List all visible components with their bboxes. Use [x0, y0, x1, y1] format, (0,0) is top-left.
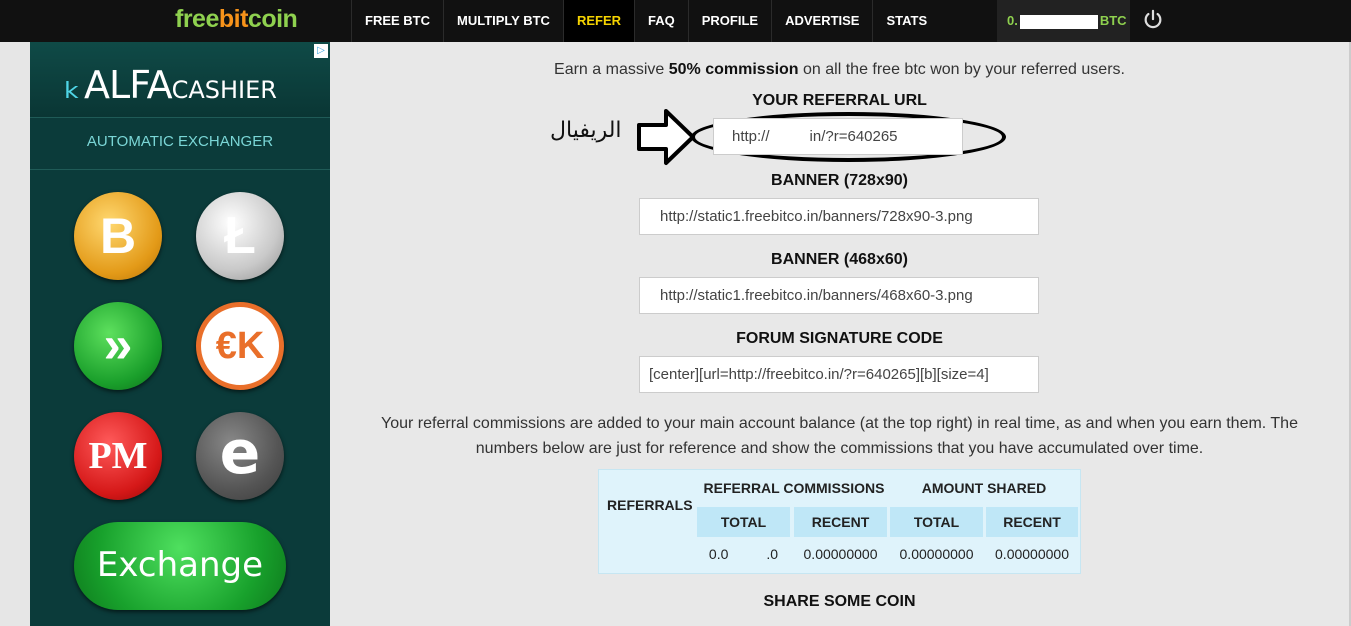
value-shared-recent: 0.00000000	[995, 546, 1069, 562]
ad-brand-main: ALFA	[84, 63, 173, 107]
btc-balance[interactable]: 0. BTC	[997, 0, 1130, 42]
alfacashier-ad[interactable]: ₖ ALFACASHIER ▷ AUTOMATIC EXCHANGER B Ł »…	[30, 42, 330, 626]
col-amount-shared: AMOUNT SHARED	[921, 480, 1047, 496]
alfacashier-k-icon: ₖ	[64, 62, 81, 108]
nav-advertise[interactable]: ADVERTISE	[771, 0, 872, 42]
sub-commission-total: TOTAL	[697, 507, 790, 537]
nav-refer[interactable]: REFER	[562, 0, 634, 42]
share-some-coin-heading: SHARE SOME COIN	[763, 593, 916, 610]
intro-commission-highlight: 50% commission	[668, 61, 799, 78]
value-commission-redaction	[728, 547, 767, 559]
commission-info-paragraph: Your referral commissions are added to y…	[381, 415, 1298, 457]
ad-brand-small: CASHIER	[171, 76, 277, 104]
okpay-icon[interactable]: €K	[196, 302, 284, 390]
referral-url-value: http://	[732, 128, 770, 145]
sub-shared-recent: RECENT	[986, 507, 1078, 537]
arabic-annotation: الريفيال	[550, 118, 622, 143]
col-referral-commissions: REFERRAL COMMISSIONS	[703, 480, 885, 496]
ad-header: ₖ ALFACASHIER ▷	[30, 42, 330, 118]
referral-url-label: YOUR REFERRAL URL	[752, 92, 927, 109]
top-navbar: freebitcoin FREE BTC MULTIPLY BTC REFER …	[0, 0, 1351, 42]
nav-profile[interactable]: PROFILE	[687, 0, 771, 42]
value-shared-total: 0.00000000	[899, 546, 974, 562]
col-referrals: REFERRALS	[607, 497, 693, 513]
main-nav: FREE BTC MULTIPLY BTC REFER FAQ PROFILE …	[351, 0, 940, 42]
forum-signature-field[interactable]: [center][url=http://freebitco.in/?r=6402…	[639, 356, 1039, 393]
sub-commission-recent: RECENT	[794, 507, 887, 537]
site-logo[interactable]: freebitcoin	[175, 5, 298, 34]
referral-url-redaction	[769, 129, 810, 141]
value-commission-total: 0.0 .0	[697, 546, 790, 562]
ad-logo: ₖ ALFACASHIER	[64, 62, 277, 108]
balance-redaction	[1019, 14, 1098, 29]
forum-signature-label: FORUM SIGNATURE CODE	[736, 330, 943, 347]
intro-end: on all the free btc won by your referred…	[798, 61, 1125, 78]
logo-part-free: free	[175, 5, 219, 33]
power-logout-icon[interactable]	[1142, 9, 1164, 31]
bitcoin-icon[interactable]: B	[74, 192, 162, 280]
banner-728-field[interactable]: http://static1.freebitco.in/banners/728x…	[639, 198, 1039, 235]
nav-free-btc[interactable]: FREE BTC	[351, 0, 443, 42]
nav-faq[interactable]: FAQ	[634, 0, 688, 42]
logo-part-coin: coin	[247, 5, 298, 33]
banner-728-label: BANNER (728x90)	[771, 172, 908, 189]
referral-stats-table: REFERRALS REFERRAL COMMISSIONS AMOUNT SH…	[598, 469, 1081, 574]
navbar-left-strip	[0, 0, 30, 42]
banner-468-label: BANNER (468x60)	[771, 251, 908, 268]
sub-shared-total: TOTAL	[890, 507, 983, 537]
nav-stats[interactable]: STATS	[872, 0, 940, 42]
exchange-button[interactable]: Exchange	[74, 522, 286, 610]
balance-suffix: BTC	[1099, 13, 1127, 28]
value-commission-recent: 0.00000000	[803, 546, 878, 562]
perfect-money-icon[interactable]: PM	[74, 412, 162, 500]
banner-468-field[interactable]: http://static1.freebitco.in/banners/468x…	[639, 277, 1039, 314]
commission-intro: Earn a massive 50% commission on all the…	[330, 61, 1349, 79]
nav-multiply-btc[interactable]: MULTIPLY BTC	[443, 0, 563, 42]
litecoin-icon[interactable]: Ł	[196, 192, 284, 280]
ad-subtitle: AUTOMATIC EXCHANGER	[30, 118, 330, 170]
logo-part-bit: bit	[218, 5, 249, 33]
intro-start: Earn a massive	[554, 61, 669, 78]
referral-url-tail: in/?r=640265	[809, 128, 898, 145]
advcash-icon[interactable]: »	[74, 302, 162, 390]
value-commission-total-head: 0.0	[708, 546, 729, 562]
value-commission-total-tail: .0	[766, 546, 779, 562]
balance-prefix: 0.	[1007, 13, 1018, 28]
adchoices-icon[interactable]: ▷	[314, 44, 328, 58]
refer-page-content: Earn a massive 50% commission on all the…	[330, 42, 1351, 626]
arrow-right-icon	[637, 109, 695, 165]
referral-url-field[interactable]: http:// in/?r=640265	[713, 118, 963, 155]
epayments-icon[interactable]: e	[196, 412, 284, 500]
